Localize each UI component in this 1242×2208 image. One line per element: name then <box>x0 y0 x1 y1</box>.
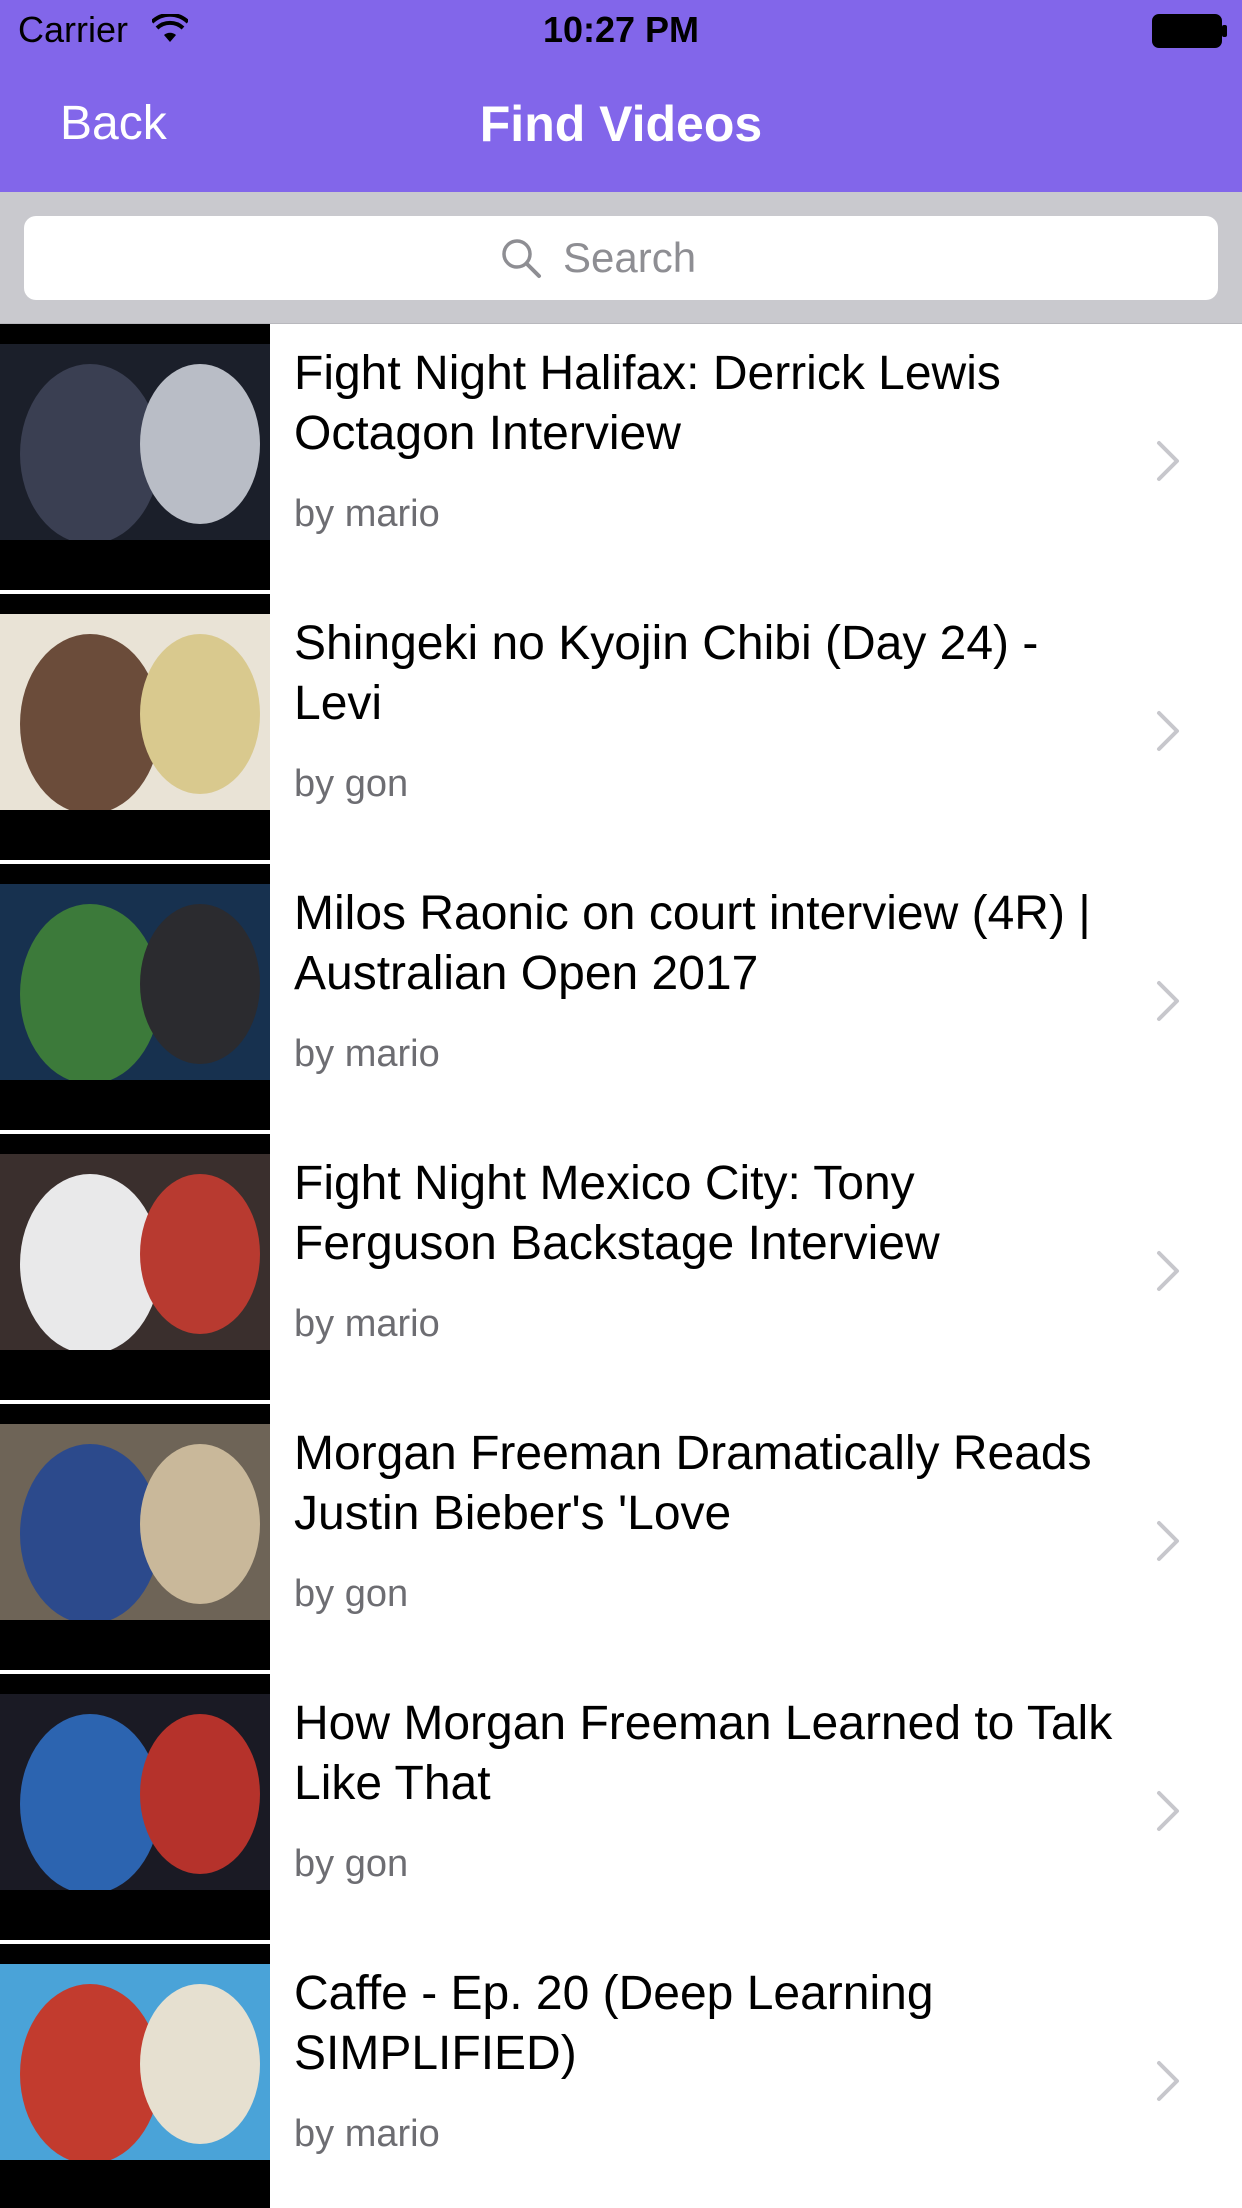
video-thumbnail <box>0 594 270 860</box>
thumbnail-image <box>0 1694 270 1890</box>
video-title: How Morgan Freeman Learned to Talk Like … <box>294 1697 1113 1810</box>
video-row[interactable]: Fight Night Halifax: Derrick Lewis Octag… <box>0 324 1242 594</box>
video-thumbnail <box>0 1134 270 1400</box>
video-author: by mario <box>294 2113 440 2155</box>
status-bar: Carrier 10:27 PM <box>0 0 1242 60</box>
video-author: by gon <box>294 1843 409 1885</box>
video-title: Morgan Freeman Dramatically Reads Justin… <box>294 1427 1092 1540</box>
video-row[interactable]: How Morgan Freeman Learned to Talk Like … <box>0 1674 1242 1944</box>
video-thumbnail <box>0 1674 270 1940</box>
thumbnail-image <box>0 1424 270 1620</box>
status-time: 10:27 PM <box>542 9 700 50</box>
video-author: by gon <box>294 1573 409 1615</box>
video-author: by mario <box>294 493 440 535</box>
search-icon <box>502 239 541 278</box>
search-field[interactable] <box>24 216 1218 300</box>
video-row[interactable]: Caffe - Ep. 20 (Deep Learning SIMPLIFIED… <box>0 1944 1242 2208</box>
thumbnail-image <box>0 1964 270 2160</box>
chevron-right-icon <box>1157 981 1179 1021</box>
video-thumbnail <box>0 1944 270 2208</box>
find-videos-screen: Carrier 10:27 PM Back Find Videos Search… <box>0 0 1242 2208</box>
search-bar <box>0 192 1242 324</box>
chevron-right-icon <box>1157 1521 1179 1561</box>
video-title: Caffe - Ep. 20 (Deep Learning SIMPLIFIED… <box>294 1967 934 2080</box>
video-row[interactable]: Fight Night Mexico City: Tony Ferguson B… <box>0 1134 1242 1404</box>
video-row[interactable]: Milos Raonic on court interview (4R) | A… <box>0 864 1242 1134</box>
navigation-bar: Back Find Videos <box>0 60 1242 192</box>
video-thumbnail <box>0 324 270 590</box>
video-list: Fight Night Halifax: Derrick Lewis Octag… <box>0 324 1242 2208</box>
chevron-right-icon <box>1157 1251 1179 1291</box>
video-title: Fight Night Mexico City: Tony Ferguson B… <box>294 1157 940 1270</box>
header: Carrier 10:27 PM Back Find Videos <box>0 0 1242 192</box>
chevron-right-icon <box>1157 2061 1179 2101</box>
battery-icon <box>1152 14 1227 48</box>
thumbnail-image <box>0 1154 270 1350</box>
chevron-right-icon <box>1157 711 1179 751</box>
video-row[interactable]: Shingeki no Kyojin Chibi (Day 24) - Levi… <box>0 594 1242 864</box>
video-thumbnail <box>0 1404 270 1670</box>
video-title: Milos Raonic on court interview (4R) | A… <box>294 887 1091 1000</box>
video-author: by mario <box>294 1033 440 1075</box>
thumbnail-image <box>0 614 270 810</box>
thumbnail-image <box>0 884 270 1080</box>
chevron-right-icon <box>1157 1791 1179 1831</box>
video-title: Fight Night Halifax: Derrick Lewis Octag… <box>294 347 1001 460</box>
video-row[interactable]: Morgan Freeman Dramatically Reads Justin… <box>0 1404 1242 1674</box>
video-author: by gon <box>294 763 409 805</box>
search-input[interactable] <box>563 234 743 282</box>
chevron-right-icon <box>1157 441 1179 481</box>
page-title: Find Videos <box>479 96 763 152</box>
thumbnail-image <box>0 344 270 540</box>
video-title: Shingeki no Kyojin Chibi (Day 24) - Levi <box>294 617 1039 730</box>
video-thumbnail <box>0 864 270 1130</box>
video-author: by mario <box>294 1303 440 1345</box>
